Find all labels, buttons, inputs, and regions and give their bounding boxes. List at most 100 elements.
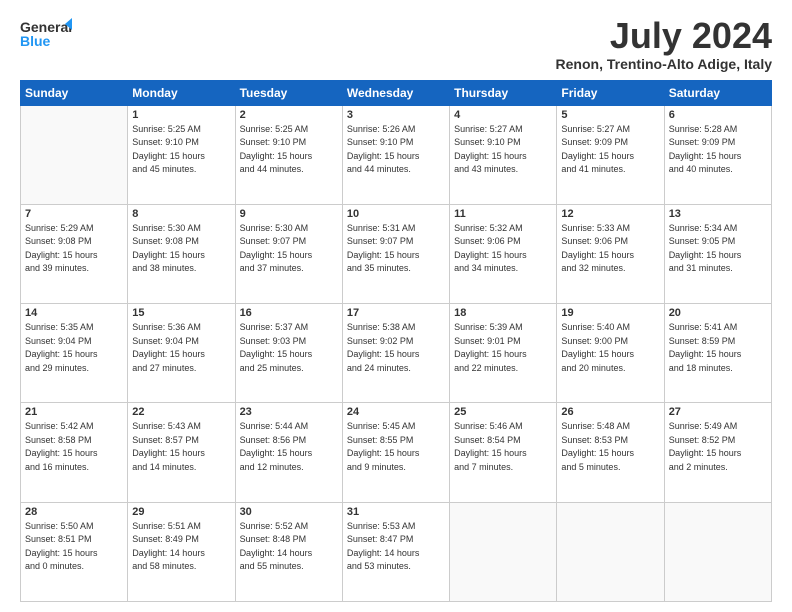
day-number: 11 — [454, 208, 552, 220]
calendar-cell: 27Sunrise: 5:49 AM Sunset: 8:52 PM Dayli… — [664, 403, 771, 502]
day-info: Sunrise: 5:30 AM Sunset: 9:07 PM Dayligh… — [240, 222, 338, 276]
day-number: 14 — [25, 307, 123, 319]
page: General Blue July 2024 Renon, Trentino-A… — [0, 0, 792, 612]
calendar-cell: 5 Sunrise: 5:27 AM Sunset: 9:09 PM Daylig… — [557, 105, 664, 204]
day-info: Sunrise: 5:45 AM Sunset: 8:55 PM Dayligh… — [347, 420, 445, 474]
day-number: 9 — [240, 208, 338, 220]
calendar-table: SundayMondayTuesdayWednesdayThursdayFrid… — [20, 80, 772, 602]
day-info: Sunrise: 5:25 AM Sunset: 9:10 PM Dayligh… — [240, 123, 338, 177]
calendar-cell: 6Sunrise: 5:28 AM Sunset: 9:09 PM Daylig… — [664, 105, 771, 204]
calendar-cell: 23Sunrise: 5:44 AM Sunset: 8:56 PM Dayli… — [235, 403, 342, 502]
day-number: 16 — [240, 307, 338, 319]
day-number: 5 — [561, 109, 659, 121]
weekday-header-sunday: Sunday — [21, 80, 128, 105]
day-number: 1 — [132, 109, 230, 121]
day-number: 3 — [347, 109, 445, 121]
calendar-cell: 25 Sunrise: 5:46 AM Sunset: 8:54 PM Dayli… — [450, 403, 557, 502]
day-info: Sunrise: 5:53 AM Sunset: 8:47 PM Dayligh… — [347, 520, 445, 574]
day-info: Sunrise: 5:51 AM Sunset: 8:49 PM Dayligh… — [132, 520, 230, 574]
calendar-cell: 3 Sunrise: 5:26 AM Sunset: 9:10 PM Daylig… — [342, 105, 449, 204]
calendar-week-5: 28 Sunrise: 5:50 AM Sunset: 8:51 PM Dayli… — [21, 502, 772, 601]
day-info: Sunrise: 5:26 AM Sunset: 9:10 PM Dayligh… — [347, 123, 445, 177]
calendar-cell: 30Sunrise: 5:52 AM Sunset: 8:48 PM Dayli… — [235, 502, 342, 601]
calendar-cell: 2Sunrise: 5:25 AM Sunset: 9:10 PM Daylig… — [235, 105, 342, 204]
calendar-cell: 7 Sunrise: 5:29 AM Sunset: 9:08 PM Daylig… — [21, 204, 128, 303]
calendar-week-1: 1 Sunrise: 5:25 AM Sunset: 9:10 PM Daylig… — [21, 105, 772, 204]
day-number: 29 — [132, 506, 230, 518]
day-info: Sunrise: 5:44 AM Sunset: 8:56 PM Dayligh… — [240, 420, 338, 474]
calendar-week-3: 14Sunrise: 5:35 AM Sunset: 9:04 PM Dayli… — [21, 304, 772, 403]
weekday-header-wednesday: Wednesday — [342, 80, 449, 105]
day-number: 24 — [347, 406, 445, 418]
day-number: 17 — [347, 307, 445, 319]
day-number: 26 — [561, 406, 659, 418]
day-number: 25 — [454, 406, 552, 418]
day-info: Sunrise: 5:49 AM Sunset: 8:52 PM Dayligh… — [669, 420, 767, 474]
day-info: Sunrise: 5:41 AM Sunset: 8:59 PM Dayligh… — [669, 321, 767, 375]
calendar-cell — [664, 502, 771, 601]
weekday-header-saturday: Saturday — [664, 80, 771, 105]
calendar-cell: 12 Sunrise: 5:33 AM Sunset: 9:06 PM Dayli… — [557, 204, 664, 303]
day-info: Sunrise: 5:43 AM Sunset: 8:57 PM Dayligh… — [132, 420, 230, 474]
calendar-week-2: 7 Sunrise: 5:29 AM Sunset: 9:08 PM Daylig… — [21, 204, 772, 303]
title-block: July 2024 Renon, Trentino-Alto Adige, It… — [556, 16, 772, 72]
day-info: Sunrise: 5:39 AM Sunset: 9:01 PM Dayligh… — [454, 321, 552, 375]
calendar-cell — [450, 502, 557, 601]
day-info: Sunrise: 5:36 AM Sunset: 9:04 PM Dayligh… — [132, 321, 230, 375]
calendar-cell — [21, 105, 128, 204]
day-info: Sunrise: 5:27 AM Sunset: 9:10 PM Dayligh… — [454, 123, 552, 177]
day-info: Sunrise: 5:50 AM Sunset: 8:51 PM Dayligh… — [25, 520, 123, 574]
day-number: 4 — [454, 109, 552, 121]
day-info: Sunrise: 5:42 AM Sunset: 8:58 PM Dayligh… — [25, 420, 123, 474]
location: Renon, Trentino-Alto Adige, Italy — [556, 56, 772, 72]
day-number: 15 — [132, 307, 230, 319]
weekday-header-thursday: Thursday — [450, 80, 557, 105]
calendar-cell: 15 Sunrise: 5:36 AM Sunset: 9:04 PM Dayli… — [128, 304, 235, 403]
weekday-header-monday: Monday — [128, 80, 235, 105]
day-number: 22 — [132, 406, 230, 418]
header: General Blue July 2024 Renon, Trentino-A… — [20, 16, 772, 72]
day-info: Sunrise: 5:40 AM Sunset: 9:00 PM Dayligh… — [561, 321, 659, 375]
calendar-cell: 22 Sunrise: 5:43 AM Sunset: 8:57 PM Dayli… — [128, 403, 235, 502]
day-number: 12 — [561, 208, 659, 220]
day-info: Sunrise: 5:27 AM Sunset: 9:09 PM Dayligh… — [561, 123, 659, 177]
calendar-week-4: 21Sunrise: 5:42 AM Sunset: 8:58 PM Dayli… — [21, 403, 772, 502]
day-info: Sunrise: 5:32 AM Sunset: 9:06 PM Dayligh… — [454, 222, 552, 276]
day-info: Sunrise: 5:48 AM Sunset: 8:53 PM Dayligh… — [561, 420, 659, 474]
day-number: 20 — [669, 307, 767, 319]
day-info: Sunrise: 5:33 AM Sunset: 9:06 PM Dayligh… — [561, 222, 659, 276]
calendar-cell: 9 Sunrise: 5:30 AM Sunset: 9:07 PM Daylig… — [235, 204, 342, 303]
calendar-header-row: SundayMondayTuesdayWednesdayThursdayFrid… — [21, 80, 772, 105]
calendar-cell: 17Sunrise: 5:38 AM Sunset: 9:02 PM Dayli… — [342, 304, 449, 403]
calendar-cell: 18Sunrise: 5:39 AM Sunset: 9:01 PM Dayli… — [450, 304, 557, 403]
calendar-cell: 26 Sunrise: 5:48 AM Sunset: 8:53 PM Dayli… — [557, 403, 664, 502]
day-info: Sunrise: 5:46 AM Sunset: 8:54 PM Dayligh… — [454, 420, 552, 474]
day-info: Sunrise: 5:30 AM Sunset: 9:08 PM Dayligh… — [132, 222, 230, 276]
day-info: Sunrise: 5:28 AM Sunset: 9:09 PM Dayligh… — [669, 123, 767, 177]
calendar-cell: 10Sunrise: 5:31 AM Sunset: 9:07 PM Dayli… — [342, 204, 449, 303]
calendar-cell: 19 Sunrise: 5:40 AM Sunset: 9:00 PM Dayli… — [557, 304, 664, 403]
day-number: 19 — [561, 307, 659, 319]
calendar-cell: 20 Sunrise: 5:41 AM Sunset: 8:59 PM Dayli… — [664, 304, 771, 403]
day-info: Sunrise: 5:34 AM Sunset: 9:05 PM Dayligh… — [669, 222, 767, 276]
svg-text:Blue: Blue — [20, 33, 51, 49]
day-number: 7 — [25, 208, 123, 220]
calendar-cell: 13Sunrise: 5:34 AM Sunset: 9:05 PM Dayli… — [664, 204, 771, 303]
weekday-header-friday: Friday — [557, 80, 664, 105]
day-number: 8 — [132, 208, 230, 220]
day-info: Sunrise: 5:52 AM Sunset: 8:48 PM Dayligh… — [240, 520, 338, 574]
month-title: July 2024 — [556, 16, 772, 56]
day-info: Sunrise: 5:37 AM Sunset: 9:03 PM Dayligh… — [240, 321, 338, 375]
logo-icon: General Blue — [20, 16, 72, 54]
day-number: 28 — [25, 506, 123, 518]
calendar-cell: 1 Sunrise: 5:25 AM Sunset: 9:10 PM Daylig… — [128, 105, 235, 204]
day-number: 10 — [347, 208, 445, 220]
weekday-header-tuesday: Tuesday — [235, 80, 342, 105]
calendar-cell: 29 Sunrise: 5:51 AM Sunset: 8:49 PM Dayli… — [128, 502, 235, 601]
calendar-cell: 8 Sunrise: 5:30 AM Sunset: 9:08 PM Daylig… — [128, 204, 235, 303]
day-info: Sunrise: 5:29 AM Sunset: 9:08 PM Dayligh… — [25, 222, 123, 276]
day-number: 31 — [347, 506, 445, 518]
calendar-cell: 28 Sunrise: 5:50 AM Sunset: 8:51 PM Dayli… — [21, 502, 128, 601]
calendar-cell: 24 Sunrise: 5:45 AM Sunset: 8:55 PM Dayli… — [342, 403, 449, 502]
day-info: Sunrise: 5:25 AM Sunset: 9:10 PM Dayligh… — [132, 123, 230, 177]
